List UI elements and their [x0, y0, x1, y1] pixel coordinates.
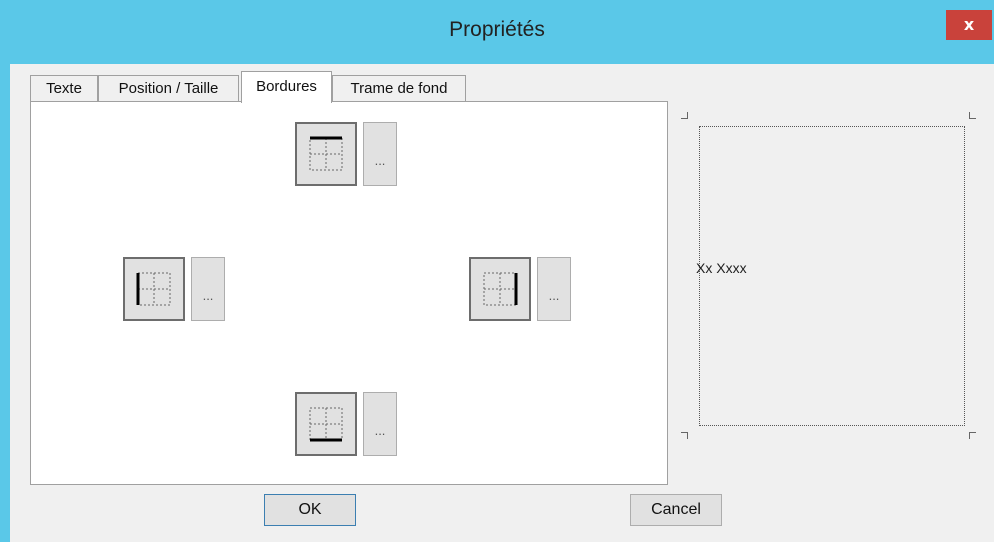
tab-trame-de-fond[interactable]: Trame de fond — [332, 75, 466, 101]
cancel-button[interactable]: Cancel — [630, 494, 722, 526]
border-top-more-button[interactable]: ... — [363, 122, 397, 186]
tab-position-taille[interactable]: Position / Taille — [98, 75, 239, 101]
tab-bordures[interactable]: Bordures — [241, 71, 332, 103]
dialog-body: Texte Position / Taille Bordures Trame d… — [10, 64, 994, 542]
ok-button[interactable]: OK — [264, 494, 356, 526]
borders-tab-panel: ... ... ... ... — [30, 101, 668, 485]
border-left-button[interactable] — [123, 257, 185, 321]
preview-corner-mark — [681, 112, 688, 119]
window-title: Propriétés — [449, 18, 545, 41]
close-button[interactable]: x — [946, 10, 992, 40]
preview-corner-mark — [969, 112, 976, 119]
border-top-button[interactable] — [295, 122, 357, 186]
border-right-more-button[interactable]: ... — [537, 257, 571, 321]
border-right-button[interactable] — [469, 257, 531, 321]
border-bottom-more-button[interactable]: ... — [363, 392, 397, 456]
border-top-icon — [309, 136, 343, 171]
preview-corner-mark — [969, 432, 976, 439]
preview-text: Xx Xxxx — [696, 260, 747, 276]
border-right-icon — [483, 272, 518, 306]
border-bottom-button[interactable] — [295, 392, 357, 456]
preview-corner-mark — [681, 432, 688, 439]
border-left-icon — [136, 272, 171, 306]
border-left-more-button[interactable]: ... — [191, 257, 225, 321]
border-bottom-icon — [309, 407, 343, 442]
tab-texte[interactable]: Texte — [30, 75, 98, 101]
dialog-window: Propriétés x Texte Position / Taille Bor… — [0, 0, 994, 542]
preview-box — [699, 126, 965, 426]
border-preview: Xx Xxxx — [677, 112, 979, 464]
title-bar[interactable]: Propriétés x — [0, 0, 994, 64]
